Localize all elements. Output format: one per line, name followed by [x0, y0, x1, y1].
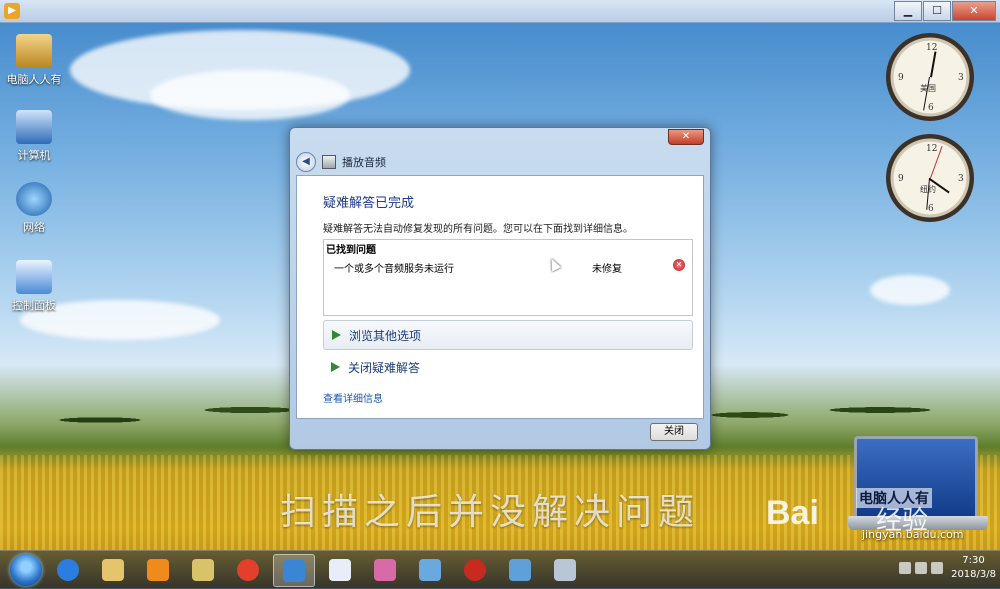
taskbar-item-paint[interactable]: [365, 554, 405, 585]
taskbar-item-media-player[interactable]: [138, 554, 178, 585]
app-window-icon: [554, 558, 576, 581]
problems-header: 已找到问题: [326, 245, 376, 256]
file-icon: [329, 558, 351, 581]
taskbar-clock[interactable]: 7:30 2018/3/8: [951, 554, 996, 582]
problems-found-box: 已找到问题 一个或多个音频服务未运行 未修复 ✕: [323, 239, 693, 316]
chinese-chess-icon: [464, 558, 486, 581]
computer-icon: [16, 110, 52, 144]
error-x-icon: ✕: [673, 259, 685, 271]
desktop-icon-computer[interactable]: 计算机: [4, 110, 64, 163]
watermark-url: jingyan.baidu.com: [862, 528, 964, 541]
problem-text: 一个或多个音频服务未运行: [334, 264, 454, 275]
desktop-icon-label: 计算机: [17, 149, 51, 162]
jade-folder-icon: [192, 558, 214, 581]
desktop-icon-user-folder[interactable]: 电脑人人有: [4, 34, 64, 87]
clock-label: 纽约: [920, 185, 936, 194]
taskbar-item-ie[interactable]: [48, 554, 88, 585]
taskbar: 7:30 2018/3/8: [0, 550, 1000, 589]
taskbar-item-jade-folder[interactable]: [183, 554, 223, 585]
chrome-icon: [237, 558, 259, 581]
control-panel-icon: [16, 260, 52, 294]
audio-troubleshooter-icon: [322, 155, 336, 169]
close-button[interactable]: 关闭: [650, 423, 698, 441]
view-details-link[interactable]: 查看详细信息: [323, 390, 383, 405]
green-arrow-icon: [331, 362, 340, 372]
taskbar-item-chinese-chess[interactable]: [455, 554, 495, 585]
system-repair-icon: [509, 558, 531, 581]
desktop-icon-network[interactable]: 网络: [4, 182, 64, 235]
desktop-icon-label: 网络: [23, 221, 45, 234]
option-label: 浏览其他选项: [349, 328, 422, 343]
caption-overlay: 扫描之后并没解决问题: [280, 492, 701, 533]
dialog-title: 播放音频: [342, 156, 386, 169]
taskbar-item-folder[interactable]: [93, 554, 133, 585]
back-arrow-icon[interactable]: ◀: [296, 152, 316, 172]
clock-gadget[interactable]: 12 3 6 9 美国: [886, 33, 974, 121]
system-tray: 7:30 2018/3/8: [899, 554, 996, 582]
green-arrow-icon: [332, 330, 341, 340]
paint-icon: [374, 558, 396, 581]
dialog-navbar: ◀ 播放音频: [296, 152, 386, 172]
app-icon: ▶: [4, 3, 20, 19]
media-player-icon: [147, 558, 169, 581]
volume-icon[interactable]: [915, 562, 928, 574]
maximize-button[interactable]: ☐: [923, 1, 951, 21]
close-troubleshooting-button[interactable]: 关闭疑难解答: [323, 353, 691, 381]
desktop-icon-label: 电脑人人有: [6, 73, 62, 86]
browse-other-options-button[interactable]: 浏览其他选项: [323, 320, 693, 350]
option-label: 关闭疑难解答: [348, 360, 421, 375]
clock-hour-hand: [930, 51, 937, 78]
mouse-cursor-icon: [546, 256, 562, 272]
tray-icon[interactable]: [899, 562, 912, 574]
taskbar-item-app-window[interactable]: [545, 554, 585, 585]
ie-icon: [57, 558, 79, 581]
baidu-watermark: Bai: [766, 494, 819, 532]
taskbar-item-system-repair[interactable]: [500, 554, 540, 585]
close-button[interactable]: ✕: [952, 1, 996, 21]
completed-heading: 疑难解答已完成: [323, 196, 415, 211]
taskbar-item-troubleshoot[interactable]: [273, 554, 315, 587]
cloud: [870, 275, 950, 305]
minimize-button[interactable]: ▁: [894, 1, 922, 21]
clock-date: 2018/3/8: [951, 569, 996, 580]
dialog-close-button[interactable]: ✕: [668, 129, 704, 145]
clock-gadget[interactable]: 12 3 6 9 纽约: [886, 134, 974, 222]
result-description: 疑难解答无法自动修复发现的所有问题。您可以在下面找到详细信息。: [323, 224, 633, 235]
taskbar-item-chrome[interactable]: [228, 554, 268, 585]
taskbar-item-file[interactable]: [320, 554, 360, 585]
desktop-icon-label: 控制面板: [12, 299, 56, 312]
troubleshoot-icon: [283, 559, 305, 582]
user-folder-icon: [16, 34, 52, 68]
clock-time: 7:30: [962, 555, 985, 566]
troubleshooting-dialog: ✕ ◀ 播放音频 疑难解答已完成 疑难解答无法自动修复发现的所有问题。您可以在下…: [289, 127, 711, 450]
taskbar-items: [48, 554, 590, 587]
clock-label: 美国: [920, 84, 936, 93]
network-icon: [16, 182, 52, 216]
dialog-content: 疑难解答已完成 疑难解答无法自动修复发现的所有问题。您可以在下面找到详细信息。 …: [296, 175, 704, 419]
top-window-titlebar: ▶ ▁ ☐ ✕: [0, 0, 1000, 23]
desktop-icon-control-panel[interactable]: 控制面板: [4, 260, 64, 313]
start-button[interactable]: [10, 554, 42, 586]
folder-icon: [102, 558, 124, 581]
network-tray-icon[interactable]: [931, 562, 944, 574]
cloud: [150, 70, 350, 120]
problem-status: 未修复: [592, 264, 622, 275]
taskbar-item-remote[interactable]: [410, 554, 450, 585]
window-controls: ▁ ☐ ✕: [893, 1, 996, 21]
remote-icon: [419, 558, 441, 581]
